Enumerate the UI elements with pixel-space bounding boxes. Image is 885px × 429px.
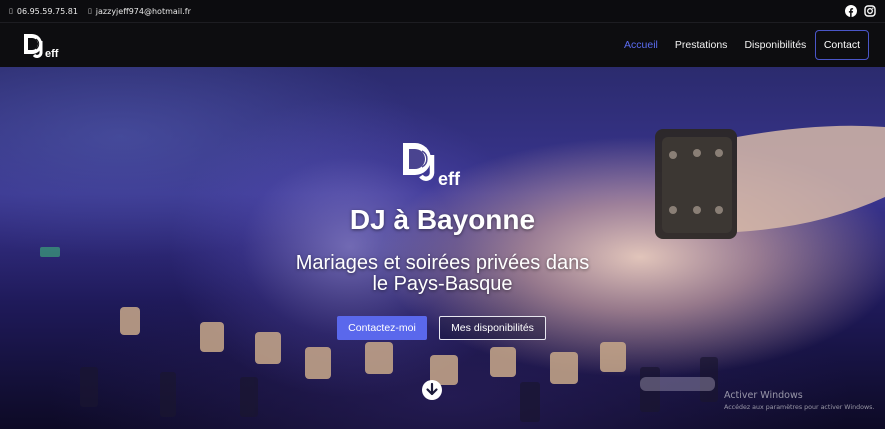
hero-title: DJ à Bayonne: [349, 204, 536, 235]
hero-subtitle: Mariages et soirées privées dans le Pays…: [0, 253, 885, 295]
availability-button[interactable]: Mes disponibilités: [439, 316, 546, 340]
facebook-icon[interactable]: [845, 5, 857, 17]
main-navbar: eff Accueil Prestations Disponibilités C…: [0, 22, 885, 67]
nav-contact-button[interactable]: Contact: [814, 30, 869, 60]
envelope-icon: ▯: [87, 7, 92, 15]
hero-subtitle-line1: Mariages et soirées privées dans: [295, 252, 590, 274]
nav-item-disponibilites[interactable]: Disponibilités: [736, 39, 815, 51]
nav-item-prestations[interactable]: Prestations: [666, 39, 736, 51]
contact-me-button[interactable]: Contactez-moi: [337, 316, 427, 340]
watermark-subtitle: Accédez aux paramètres pour activer Wind…: [724, 404, 875, 411]
phone-icon: ▯: [9, 7, 13, 15]
email-contact[interactable]: ▯ jazzyjeff974@hotmail.fr: [88, 7, 191, 16]
instagram-icon[interactable]: [864, 5, 876, 17]
logo-word: eff: [45, 48, 59, 60]
social-links: [845, 5, 876, 17]
email-address[interactable]: jazzyjeff974@hotmail.fr: [96, 7, 191, 16]
top-bar: ▯ 06.95.59.75.81 ▯ jazzyjeff974@hotmail.…: [0, 0, 885, 22]
nav-links: Accueil Prestations Disponibilités Conta…: [616, 30, 869, 60]
windows-activation-watermark: Activer Windows Accédez aux paramètres p…: [724, 390, 874, 411]
phone-number[interactable]: 06.95.59.75.81: [17, 7, 78, 16]
phone-contact[interactable]: ▯ 06.95.59.75.81: [9, 7, 78, 16]
arrow-down-circle-icon[interactable]: [421, 379, 443, 401]
nav-item-accueil[interactable]: Accueil: [616, 39, 667, 51]
hero-subtitle-line2: le Pays-Basque: [372, 273, 513, 295]
site-logo[interactable]: eff: [22, 30, 68, 60]
hero-section: eff DJ à Bayonne Mariages et soirées pri…: [0, 67, 885, 429]
watermark-title: Activer Windows: [724, 390, 803, 401]
hero-logo-word: eff: [438, 169, 461, 189]
hero-content: eff DJ à Bayonne Mariages et soirées pri…: [0, 67, 885, 429]
hero-logo: eff: [403, 143, 461, 189]
